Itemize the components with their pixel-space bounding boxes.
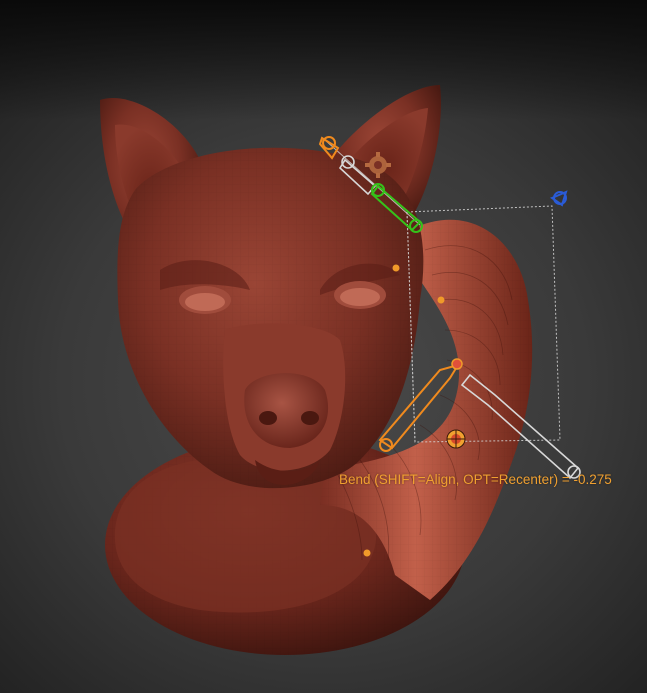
- pivot-icon[interactable]: [446, 429, 466, 449]
- scene-canvas[interactable]: [0, 0, 647, 693]
- blue-end-handle[interactable]: [549, 190, 568, 207]
- zbrush-viewport[interactable]: Bend (SHIFT=Align, OPT=Recenter) = -0.27…: [0, 0, 647, 693]
- bend-status-readout: Bend (SHIFT=Align, OPT=Recenter) = -0.27…: [339, 472, 612, 487]
